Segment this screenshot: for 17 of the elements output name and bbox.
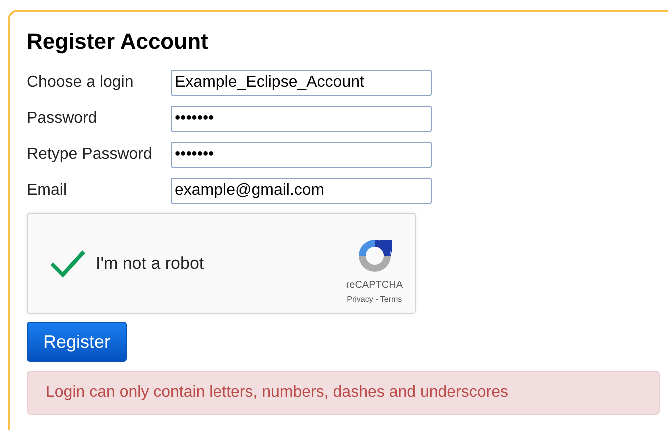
privacy-link[interactable]: Privacy bbox=[347, 294, 374, 304]
input-field[interactable]: ••••••• bbox=[171, 142, 432, 168]
field-label: Retype Password bbox=[27, 146, 154, 164]
captcha-label: I'm not a robot bbox=[96, 254, 206, 274]
error-message: Login can only contain letters, numbers, dashes and underscores bbox=[46, 384, 508, 402]
field-label: Password bbox=[27, 110, 98, 128]
input-field[interactable]: ••••••• bbox=[171, 106, 432, 132]
captcha-brand: reCAPTCHA bbox=[346, 280, 403, 290]
input-field[interactable]: Example_Eclipse_Account bbox=[171, 70, 432, 96]
checkmark-icon bbox=[49, 248, 87, 278]
terms-link[interactable]: Terms bbox=[380, 294, 402, 304]
field-label: Choose a login bbox=[27, 74, 135, 92]
form-title: Register Account bbox=[27, 28, 210, 56]
register-button[interactable]: Register bbox=[27, 322, 127, 362]
input-field[interactable]: example@gmail.com bbox=[171, 178, 432, 204]
field-label: Email bbox=[27, 182, 68, 200]
link-separator: - bbox=[376, 294, 378, 304]
